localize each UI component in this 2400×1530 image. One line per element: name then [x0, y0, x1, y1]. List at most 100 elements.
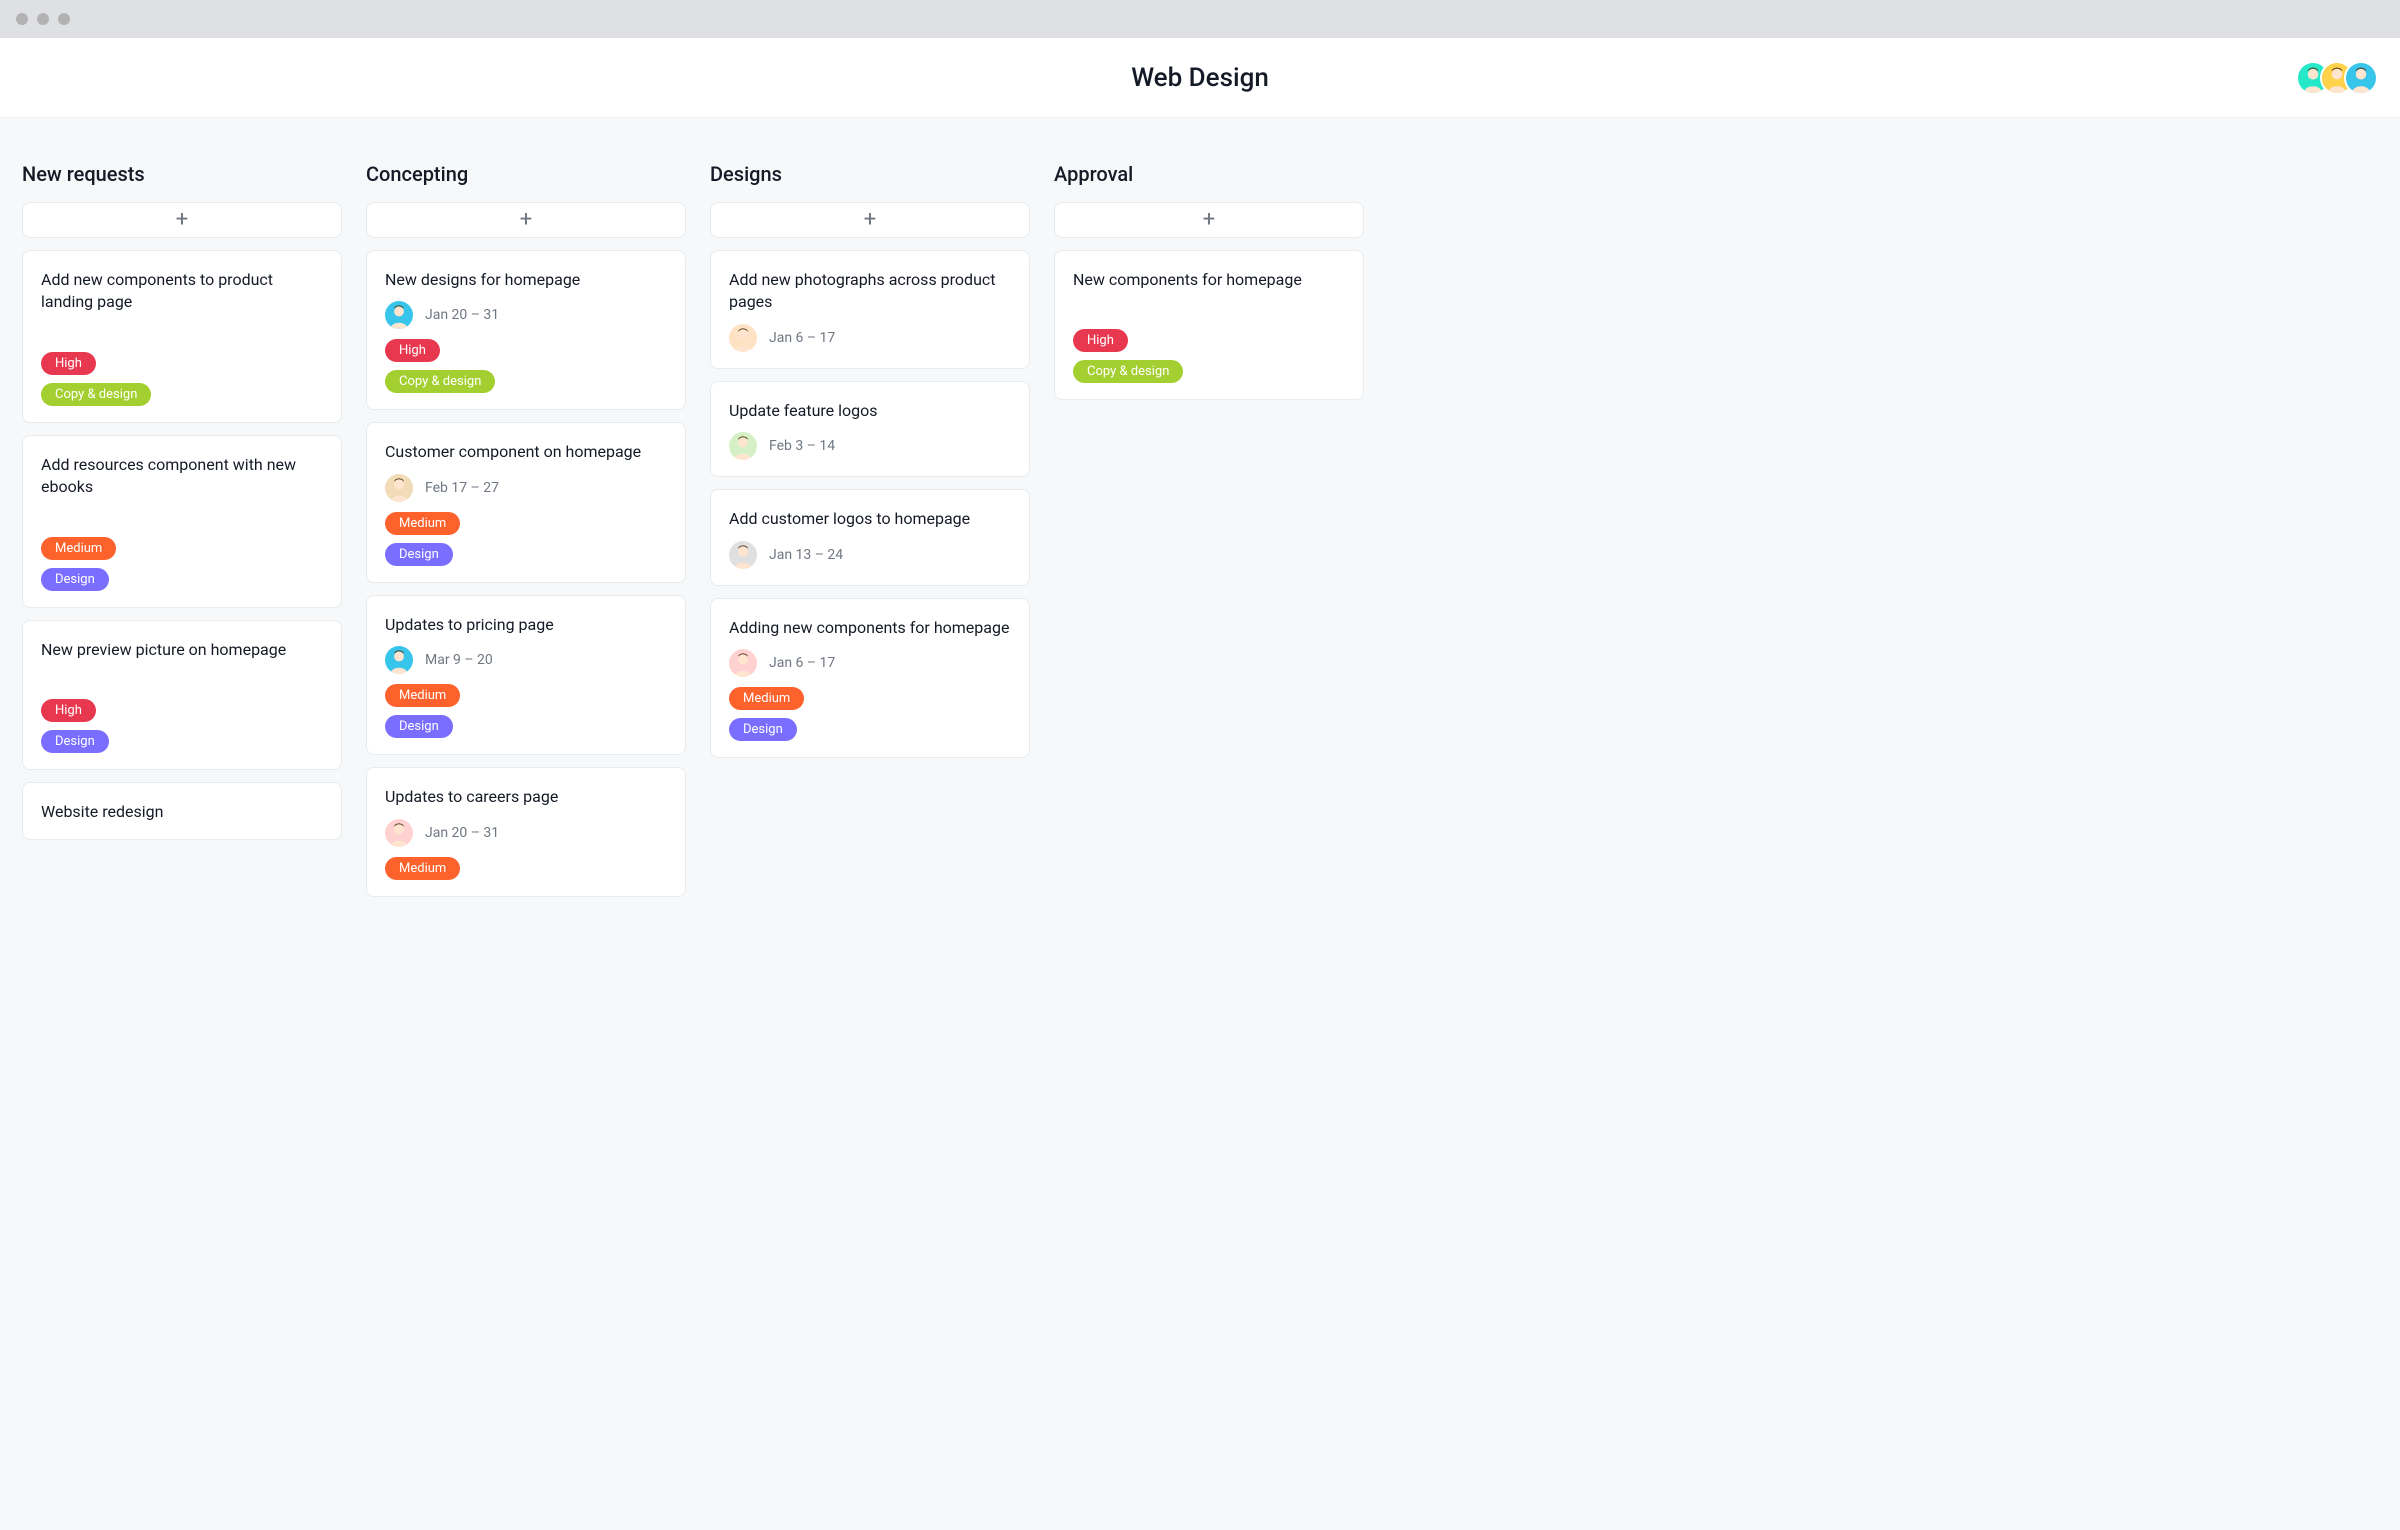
tag-high[interactable]: High	[1073, 329, 1128, 352]
task-title: Adding new components for homepage	[729, 617, 1011, 639]
plus-icon: +	[864, 209, 876, 231]
task-meta: Mar 9 – 20	[385, 646, 667, 674]
task-card[interactable]: Add resources component with new ebooks M…	[22, 435, 342, 608]
add-card-button[interactable]: +	[22, 202, 342, 238]
task-card[interactable]: New preview picture on homepage High Desig…	[22, 620, 342, 770]
traffic-light-zoom[interactable]	[58, 13, 70, 25]
task-card[interactable]: Update feature logos Feb 3 – 14	[710, 381, 1030, 477]
assignee-avatar[interactable]	[385, 646, 413, 674]
tag-copy-design[interactable]: Copy & design	[385, 370, 495, 393]
task-date-range: Mar 9 – 20	[425, 652, 493, 668]
tag-medium[interactable]: Medium	[385, 684, 460, 707]
tag-medium[interactable]: Medium	[385, 857, 460, 880]
tag-copy-design[interactable]: Copy & design	[1073, 360, 1183, 383]
tag-medium[interactable]: Medium	[41, 537, 116, 560]
column-title: Designs	[710, 162, 1030, 186]
card-spacer	[1073, 301, 1345, 319]
task-card[interactable]: Customer component on homepage Feb 17 – 2…	[366, 422, 686, 582]
task-card[interactable]: Add customer logos to homepage Jan 13 – 2…	[710, 489, 1030, 585]
board-column: Designs + Add new photographs across produ…	[710, 162, 1030, 758]
task-tags: Medium	[385, 857, 667, 880]
column-title: New requests	[22, 162, 342, 186]
member-avatar[interactable]	[2344, 61, 2378, 95]
add-card-button[interactable]: +	[366, 202, 686, 238]
assignee-avatar[interactable]	[385, 301, 413, 329]
task-title: Updates to careers page	[385, 786, 667, 808]
task-card[interactable]: Website redesign	[22, 782, 342, 840]
task-title: Add new components to product landing pa…	[41, 269, 323, 314]
assignee-avatar[interactable]	[729, 541, 757, 569]
task-tags: High Copy & design	[41, 352, 323, 406]
task-card[interactable]: Updates to pricing page Mar 9 – 20 Medium D…	[366, 595, 686, 755]
task-card[interactable]: Add new components to product landing pa…	[22, 250, 342, 423]
task-tags: Medium Design	[385, 512, 667, 566]
tag-design[interactable]: Design	[729, 718, 797, 741]
task-title: Add customer logos to homepage	[729, 508, 1011, 530]
tag-high[interactable]: High	[385, 339, 440, 362]
task-tags: Medium Design	[385, 684, 667, 738]
task-meta: Jan 6 – 17	[729, 649, 1011, 677]
tag-design[interactable]: Design	[385, 543, 453, 566]
plus-icon: +	[1203, 209, 1215, 231]
task-card[interactable]: Adding new components for homepage Jan 6 …	[710, 598, 1030, 758]
traffic-light-close[interactable]	[16, 13, 28, 25]
task-date-range: Jan 6 – 17	[769, 330, 835, 346]
traffic-light-minimize[interactable]	[37, 13, 49, 25]
tag-design[interactable]: Design	[385, 715, 453, 738]
task-title: Add resources component with new ebooks	[41, 454, 323, 499]
task-title: Updates to pricing page	[385, 614, 667, 636]
task-date-range: Jan 6 – 17	[769, 655, 835, 671]
tag-design[interactable]: Design	[41, 730, 109, 753]
task-card[interactable]: New components for homepage High Copy & de…	[1054, 250, 1364, 400]
add-card-button[interactable]: +	[1054, 202, 1364, 238]
task-title: Website redesign	[41, 801, 323, 823]
task-date-range: Jan 13 – 24	[769, 547, 843, 563]
assignee-avatar[interactable]	[385, 819, 413, 847]
card-spacer	[41, 324, 323, 342]
task-tags: Medium Design	[729, 687, 1011, 741]
task-tags: High Copy & design	[1073, 329, 1345, 383]
tag-medium[interactable]: Medium	[385, 512, 460, 535]
task-title: Customer component on homepage	[385, 441, 667, 463]
tag-copy-design[interactable]: Copy & design	[41, 383, 151, 406]
assignee-avatar[interactable]	[385, 474, 413, 502]
task-tags: High Copy & design	[385, 339, 667, 393]
tag-design[interactable]: Design	[41, 568, 109, 591]
task-date-range: Jan 20 – 31	[425, 307, 499, 323]
task-date-range: Jan 20 – 31	[425, 825, 499, 841]
task-meta: Feb 3 – 14	[729, 432, 1011, 460]
task-card[interactable]: Add new photographs across product pages…	[710, 250, 1030, 369]
column-title: Approval	[1054, 162, 1364, 186]
task-title: Add new photographs across product pages	[729, 269, 1011, 314]
task-meta: Jan 6 – 17	[729, 324, 1011, 352]
task-meta: Jan 20 – 31	[385, 301, 667, 329]
assignee-avatar[interactable]	[729, 324, 757, 352]
task-tags: Medium Design	[41, 537, 323, 591]
column-title: Concepting	[366, 162, 686, 186]
project-title: Web Design	[1131, 63, 1269, 93]
task-title: Update feature logos	[729, 400, 1011, 422]
card-spacer	[41, 671, 323, 689]
project-header: Web Design	[0, 38, 2400, 118]
assignee-avatar[interactable]	[729, 432, 757, 460]
task-meta: Jan 20 – 31	[385, 819, 667, 847]
tag-medium[interactable]: Medium	[729, 687, 804, 710]
board-column: New requests + Add new components to produ…	[22, 162, 342, 840]
card-spacer	[41, 509, 323, 527]
task-meta: Jan 13 – 24	[729, 541, 1011, 569]
task-title: New components for homepage	[1073, 269, 1345, 291]
task-card[interactable]: Updates to careers page Jan 20 – 31 Medium	[366, 767, 686, 896]
assignee-avatar[interactable]	[729, 649, 757, 677]
plus-icon: +	[176, 209, 188, 231]
task-title: New preview picture on homepage	[41, 639, 323, 661]
tag-high[interactable]: High	[41, 352, 96, 375]
task-tags: High Design	[41, 699, 323, 753]
board-column: Approval + New components for homepage High…	[1054, 162, 1364, 400]
task-date-range: Feb 17 – 27	[425, 480, 499, 496]
task-card[interactable]: New designs for homepageJan 20 – 31HighC…	[366, 250, 686, 410]
window-chrome	[0, 0, 2400, 38]
add-card-button[interactable]: +	[710, 202, 1030, 238]
board-column: Concepting+New designs for homepageJan 2…	[366, 162, 686, 897]
tag-high[interactable]: High	[41, 699, 96, 722]
task-date-range: Feb 3 – 14	[769, 438, 835, 454]
